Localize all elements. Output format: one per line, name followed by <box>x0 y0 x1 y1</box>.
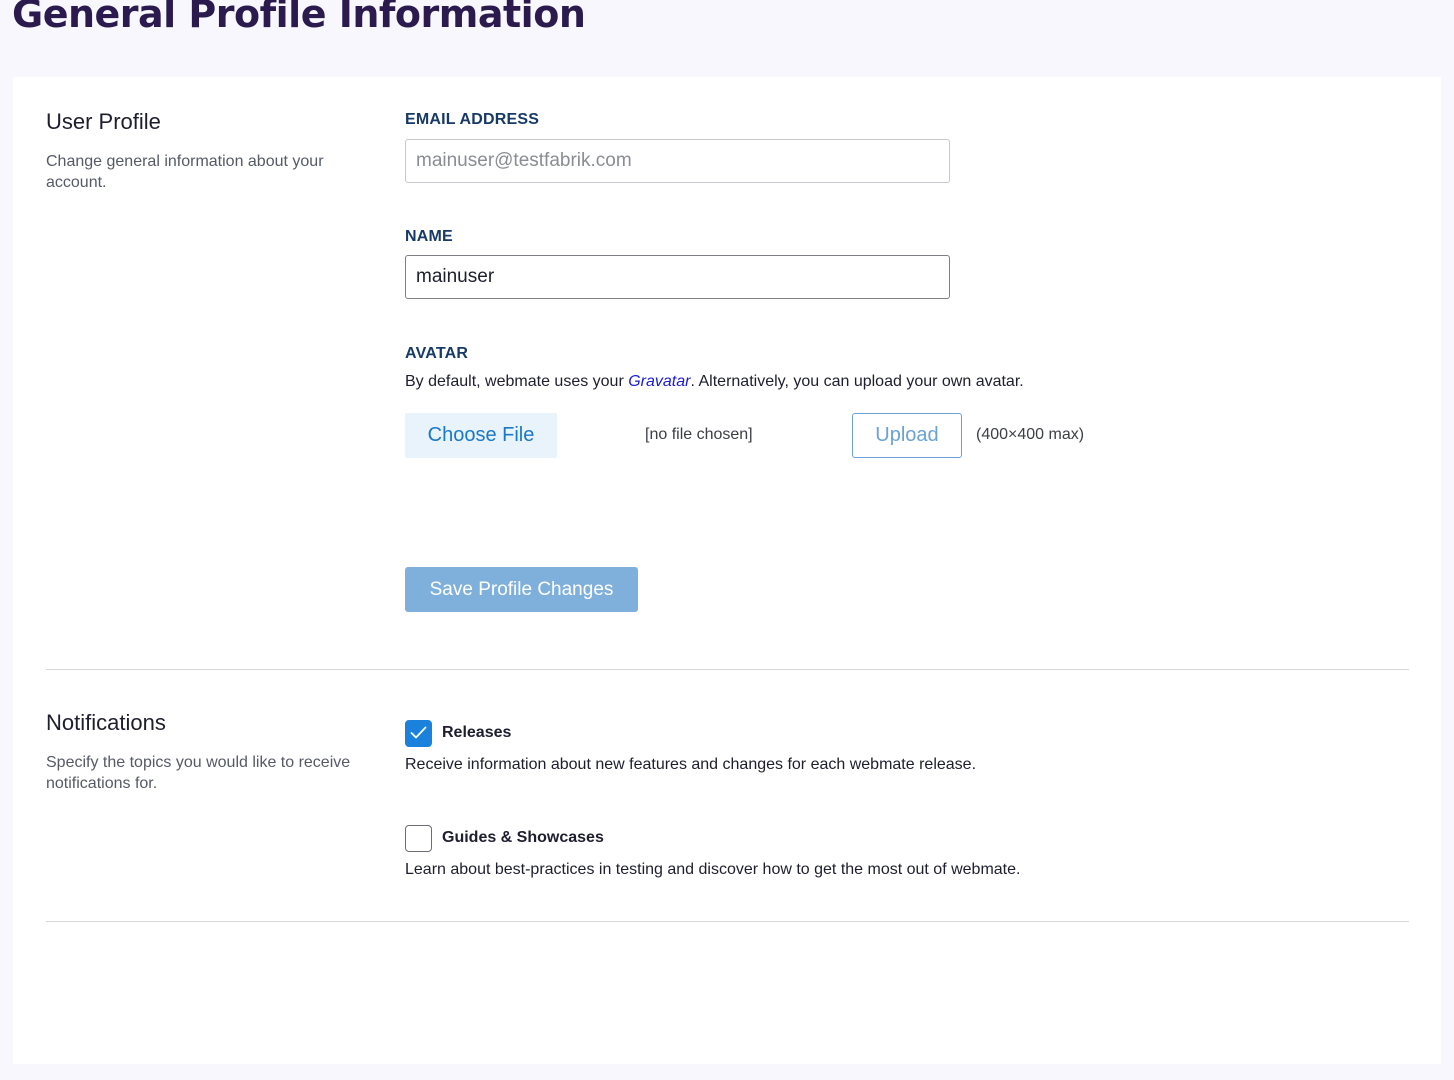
guides-showcases-description: Learn about best-practices in testing an… <box>405 861 1021 878</box>
avatar-description: By default, webmate uses your Gravatar. … <box>405 373 1024 391</box>
no-file-chosen-text: [no file chosen] <box>645 426 753 443</box>
save-profile-button[interactable]: Save Profile Changes <box>405 567 638 612</box>
email-label: EMAIL ADDRESS <box>405 111 540 128</box>
upload-button[interactable]: Upload <box>852 413 962 458</box>
user-profile-heading: User Profile <box>46 109 161 134</box>
page-title: General Profile Information <box>12 0 586 36</box>
email-field[interactable] <box>405 139 950 183</box>
avatar-label: AVATAR <box>405 345 469 362</box>
guides-showcases-checkbox[interactable] <box>405 825 432 852</box>
user-profile-description: Change general information about your ac… <box>46 153 324 191</box>
guides-showcases-label[interactable]: Guides & Showcases <box>442 829 604 847</box>
releases-description: Receive information about new features a… <box>405 756 977 773</box>
checkmark-icon <box>410 726 427 739</box>
name-label: NAME <box>405 228 453 245</box>
profile-card: User Profile Change general information … <box>13 77 1441 1064</box>
section-divider <box>46 669 1409 670</box>
avatar-desc-before: By default, webmate uses your <box>405 373 629 390</box>
releases-checkbox[interactable] <box>405 720 432 747</box>
avatar-desc-after: . Alternatively, you can upload your own… <box>690 373 1024 390</box>
choose-file-button[interactable]: Choose File <box>405 413 557 458</box>
releases-label[interactable]: Releases <box>442 724 511 742</box>
gravatar-link[interactable]: Gravatar <box>628 373 690 390</box>
notifications-description: Specify the topics you would like to rec… <box>46 754 351 792</box>
name-field[interactable] <box>405 255 950 299</box>
section-divider <box>46 921 1409 922</box>
notifications-heading: Notifications <box>46 710 166 735</box>
upload-size-hint: (400×400 max) <box>976 426 1085 443</box>
